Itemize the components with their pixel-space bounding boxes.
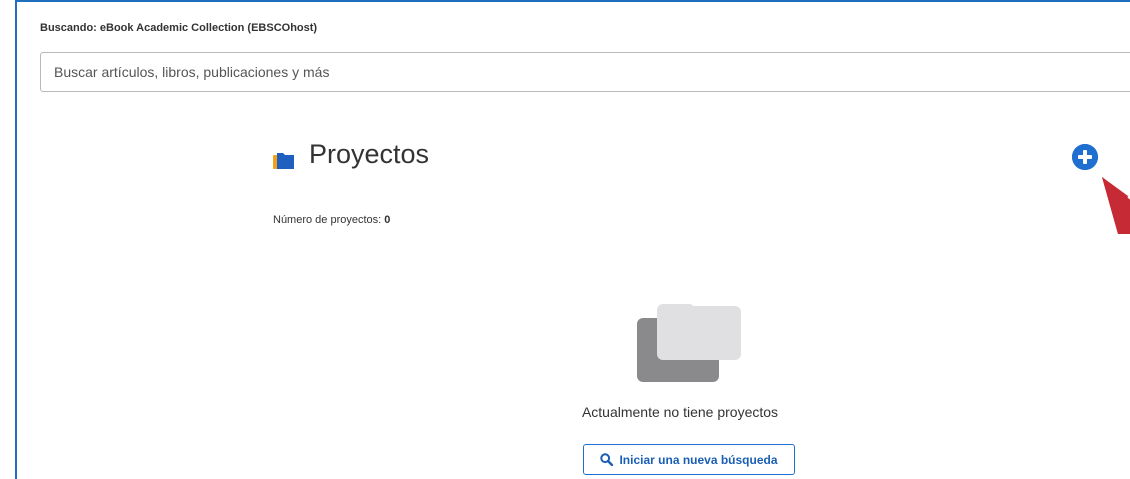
- search-scope-label: Buscando: eBook Academic Collection (EBS…: [40, 22, 318, 34]
- new-search-label: Iniciar una nueva búsqueda: [619, 452, 778, 467]
- plus-circle-icon: [1072, 144, 1098, 170]
- new-search-button[interactable]: Iniciar una nueva búsqueda: [583, 444, 795, 475]
- annotation-arrow-icon: [1098, 174, 1130, 234]
- page-title: Proyectos: [309, 139, 430, 169]
- search-icon: [600, 453, 614, 466]
- empty-folder-icon: [635, 296, 743, 386]
- empty-state-message: Actualmente no tiene proyectos: [581, 404, 779, 420]
- project-count: Número de proyectos: 0: [273, 214, 390, 226]
- project-count-label: Número de proyectos:: [273, 214, 382, 226]
- add-project-button[interactable]: [1072, 144, 1098, 170]
- project-count-value: 0: [384, 214, 391, 226]
- search-input[interactable]: [40, 52, 1130, 92]
- folder-icon: [273, 151, 295, 171]
